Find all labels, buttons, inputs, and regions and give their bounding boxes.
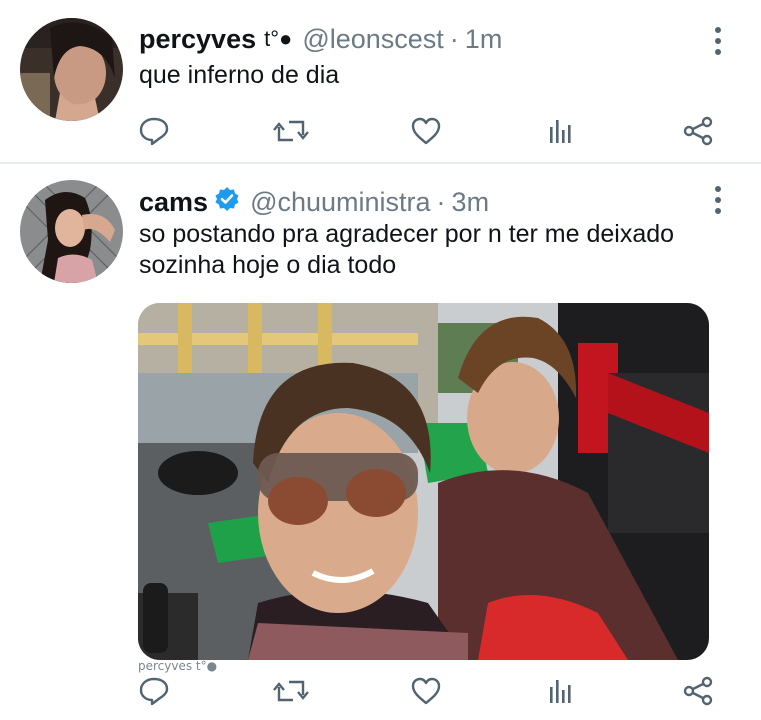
timestamp[interactable]: 3m bbox=[452, 187, 490, 217]
tweet-actions bbox=[136, 674, 716, 708]
separator-dot: · bbox=[436, 187, 446, 217]
tweet-header: cams @chuuministra · 3m bbox=[139, 186, 489, 218]
reply-icon[interactable] bbox=[136, 674, 172, 708]
tweet-1[interactable]: percyves t°● @leonscest · 1m que inferno… bbox=[0, 0, 761, 163]
display-name[interactable]: cams bbox=[139, 187, 208, 217]
tweet-actions bbox=[136, 114, 716, 148]
tweet-text: so postando pra agradecer por n ter me d… bbox=[139, 219, 674, 281]
share-icon[interactable] bbox=[680, 674, 716, 708]
avatar[interactable] bbox=[20, 18, 123, 121]
more-icon[interactable] bbox=[715, 186, 723, 214]
retweet-icon[interactable] bbox=[273, 114, 309, 148]
analytics-icon[interactable] bbox=[543, 674, 579, 708]
timestamp[interactable]: 1m bbox=[465, 24, 503, 54]
image-watermark: percyves t°● bbox=[138, 659, 218, 673]
handle[interactable]: @leonscest bbox=[302, 24, 443, 54]
like-icon[interactable] bbox=[408, 114, 444, 148]
verified-badge-icon bbox=[214, 186, 240, 218]
tweet-text-line: sozinha hoje o dia todo bbox=[139, 251, 397, 279]
handle[interactable]: @chuuministra bbox=[250, 187, 430, 217]
name-emoji-tag: t°● bbox=[264, 26, 293, 51]
avatar[interactable] bbox=[20, 180, 123, 283]
separator-dot: · bbox=[449, 24, 459, 54]
more-icon[interactable] bbox=[715, 27, 723, 55]
tweet-header: percyves t°● @leonscest · 1m bbox=[139, 24, 502, 54]
display-name[interactable]: percyves bbox=[139, 24, 256, 54]
tweet-photo[interactable] bbox=[138, 303, 709, 660]
share-icon[interactable] bbox=[680, 114, 716, 148]
tweet-text-line: so postando pra agradecer por n ter me d… bbox=[139, 220, 675, 248]
retweet-icon[interactable] bbox=[273, 674, 309, 708]
like-icon[interactable] bbox=[408, 674, 444, 708]
analytics-icon[interactable] bbox=[543, 114, 579, 148]
tweet-text: que inferno de dia bbox=[139, 61, 340, 89]
tweet-2[interactable]: cams @chuuministra · 3m so postando pra … bbox=[0, 163, 761, 720]
reply-icon[interactable] bbox=[136, 114, 172, 148]
